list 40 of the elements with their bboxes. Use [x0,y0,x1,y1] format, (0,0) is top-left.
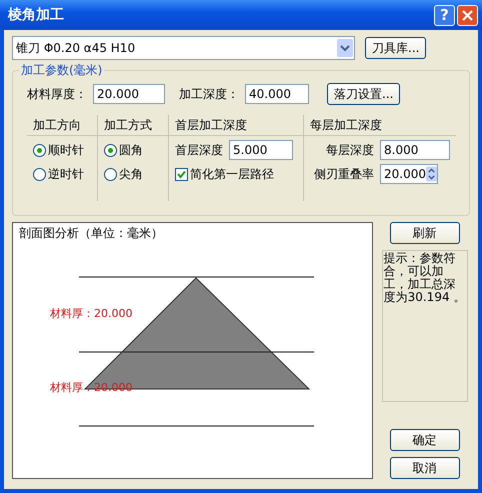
overlap-spin-field[interactable]: 20.000 [380,164,438,184]
radio-option[interactable]: 圆角 [104,140,162,160]
radio-option[interactable]: 尖角 [104,164,162,184]
thickness-label: 材料厚：20.000 [50,306,132,321]
field-label: 加工深度： [179,86,239,102]
radio-button[interactable] [33,144,46,156]
help-button[interactable]: ? [434,4,455,26]
radio-option[interactable]: 顺时针 [33,140,91,160]
plunge-settings-button[interactable]: 落刀设置... [327,83,400,105]
group-title: 加工参数(毫米) [19,62,104,79]
chart-title: 剖面图分析（单位：毫米） [19,225,163,242]
first-layer-depth-field[interactable]: 5.000 [229,140,293,160]
field-label: 首层深度 [175,142,223,158]
machining-depth-field[interactable]: 40.000 [245,84,309,104]
refresh-button[interactable]: 刷新 [390,222,460,244]
hint-text: 提示：参数符合，可以加工，加工总深度为30.194 。 [382,250,468,402]
field-label: 侧刃重叠率 [313,166,374,182]
close-button[interactable] [457,4,478,26]
tool-dropdown[interactable]: 锥刀 Φ0.20 α45 H10 [12,36,355,60]
radio-button[interactable] [33,168,46,180]
window-title: 棱角加工 [8,6,65,24]
material-thickness-field[interactable]: 20.000 [93,84,165,104]
cancel-button[interactable]: 取消 [390,457,460,479]
field-label: 每层深度 [325,142,374,158]
radio-button[interactable] [104,144,117,156]
column-heading: 首层加工深度 [175,116,247,134]
column-heading: 加工方向 [33,116,81,134]
column-heading: 每层加工深度 [310,116,382,134]
per-layer-depth-field[interactable]: 8.000 [380,140,450,160]
field-label: 材料厚度： [27,86,87,102]
tool-library-button[interactable]: 刀具库... [365,37,426,59]
spin-arrows-icon[interactable] [426,166,437,182]
radio-button[interactable] [104,168,117,180]
radio-option[interactable]: 逆时针 [33,164,91,184]
column-heading: 加工方式 [104,116,152,134]
checkbox[interactable] [175,168,188,180]
checkbox-option[interactable]: 简化第一层路径 [175,164,297,184]
close-icon [462,10,473,20]
ok-button[interactable]: 确定 [390,429,460,451]
dropdown-arrow-icon[interactable] [337,39,353,57]
